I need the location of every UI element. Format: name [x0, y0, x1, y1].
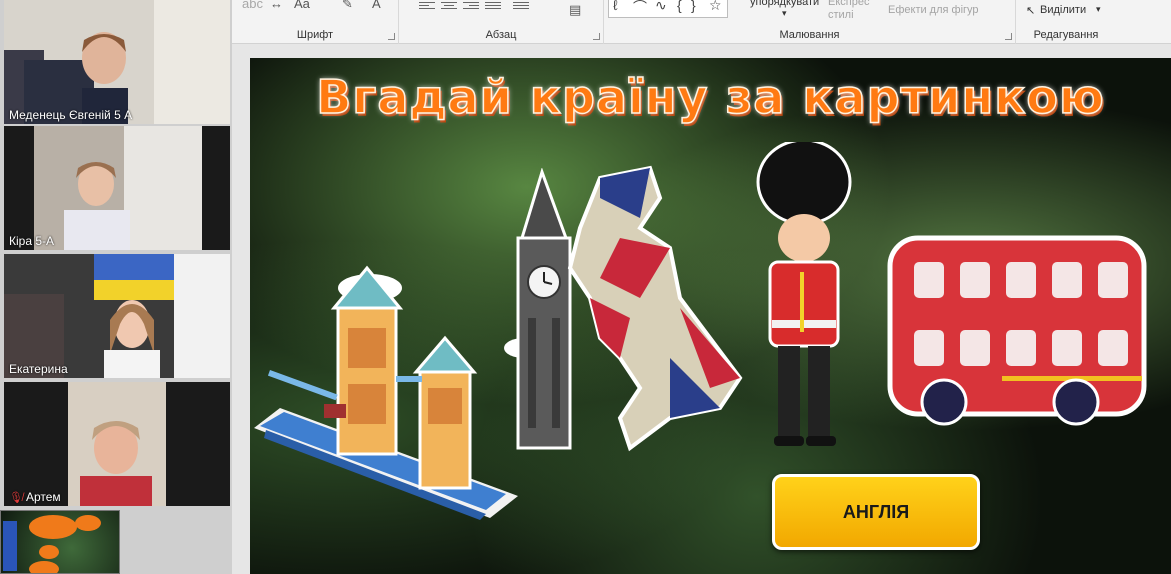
- chevron-down-icon[interactable]: ▾: [1096, 4, 1101, 15]
- ribbon: abc ↔ Aa ✎ A Шрифт ▤ Абзац ℓ ⌒ ∿ { } ☆ у…: [232, 0, 1171, 44]
- cursor-icon: ↖: [1026, 5, 1036, 17]
- star-shape-icon[interactable]: ☆: [709, 0, 722, 14]
- columns-icon[interactable]: [513, 0, 529, 10]
- quick-styles-button[interactable]: Експрес стилі: [828, 0, 878, 22]
- participant-tile[interactable]: Кіра 5-А: [4, 126, 230, 250]
- char-spacing-icon[interactable]: ↔: [270, 0, 283, 11]
- slide-thumbnail[interactable]: [0, 510, 120, 574]
- select-button[interactable]: Виділити: [1040, 4, 1086, 16]
- participant-name: Меденець Євгеній 5 А: [9, 108, 133, 122]
- participant-tile[interactable]: Меденець Євгеній 5 А: [4, 0, 230, 124]
- strikethrough-icon[interactable]: abc: [242, 0, 263, 11]
- align-left-icon[interactable]: [419, 0, 435, 10]
- font-color-button[interactable]: A: [372, 0, 381, 11]
- align-right-icon[interactable]: [463, 0, 479, 10]
- editing-group-label: Редагування: [1033, 29, 1099, 41]
- double-decker-bus-illustration: [887, 235, 1147, 426]
- paragraph-group: ▤ Абзац: [399, 0, 604, 44]
- justify-icon[interactable]: [485, 0, 501, 10]
- royal-guard-illustration: [756, 142, 852, 446]
- font-group-label: Шрифт: [296, 29, 334, 41]
- participant-video: [4, 0, 230, 124]
- change-case-button[interactable]: Aa: [294, 0, 310, 11]
- slide-canvas: Вгадай країну за картинкою АНГЛІЯ: [250, 58, 1171, 574]
- align-center-icon[interactable]: [441, 0, 457, 10]
- uk-flag-map-illustration: [567, 165, 743, 452]
- dialog-launcher-icon[interactable]: [1005, 33, 1012, 40]
- arc-shape-icon[interactable]: ⌒: [633, 0, 647, 17]
- participant-tile[interactable]: 🎙︎̸ Артем: [4, 382, 230, 506]
- drawing-group: ℓ ⌒ ∿ { } ☆ упорядкувати ▾ Експрес стилі…: [604, 0, 1016, 44]
- freeform-shape-icon[interactable]: ℓ: [613, 0, 618, 13]
- editing-group: ↖ Виділити ▾ Редагування: [1016, 0, 1116, 44]
- slide-title: Вгадай країну за картинкою: [315, 69, 1105, 125]
- highlight-icon[interactable]: ✎: [342, 0, 353, 12]
- participant-video: [4, 254, 230, 378]
- paragraph-group-label: Абзац: [485, 29, 517, 41]
- mic-muted-icon: 🎙︎̸: [9, 492, 23, 504]
- drawing-group-label: Малювання: [779, 29, 840, 41]
- dialog-launcher-icon[interactable]: [388, 33, 395, 40]
- participant-name: Екатерина: [9, 362, 68, 376]
- participant-video: [4, 126, 230, 250]
- font-group: abc ↔ Aa ✎ A Шрифт: [232, 0, 399, 44]
- participant-name: Кіра 5-А: [9, 234, 55, 248]
- participant-tile[interactable]: Екатерина: [4, 254, 230, 378]
- shapes-gallery[interactable]: ℓ ⌒ ∿ { } ☆: [608, 0, 728, 18]
- chevron-down-icon[interactable]: ▾: [782, 8, 787, 19]
- smartart-icon[interactable]: ▤: [569, 2, 581, 18]
- answer-button[interactable]: АНГЛІЯ: [772, 474, 980, 550]
- brace-shape-icon[interactable]: }: [691, 0, 696, 13]
- participant-name: 🎙︎̸ Артем: [9, 490, 61, 504]
- tower-bridge-illustration: [254, 265, 518, 520]
- participants-panel: Меденець Євгеній 5 А Кіра 5-А Екатерина: [0, 0, 232, 574]
- brace-shape-icon[interactable]: {: [677, 0, 682, 13]
- dialog-launcher-icon[interactable]: [593, 33, 600, 40]
- arrange-button[interactable]: упорядкувати: [750, 0, 819, 8]
- curve-shape-icon[interactable]: ∿: [655, 0, 667, 14]
- shape-effects-button[interactable]: Ефекти для фігур: [888, 4, 979, 16]
- participant-video: [4, 382, 230, 506]
